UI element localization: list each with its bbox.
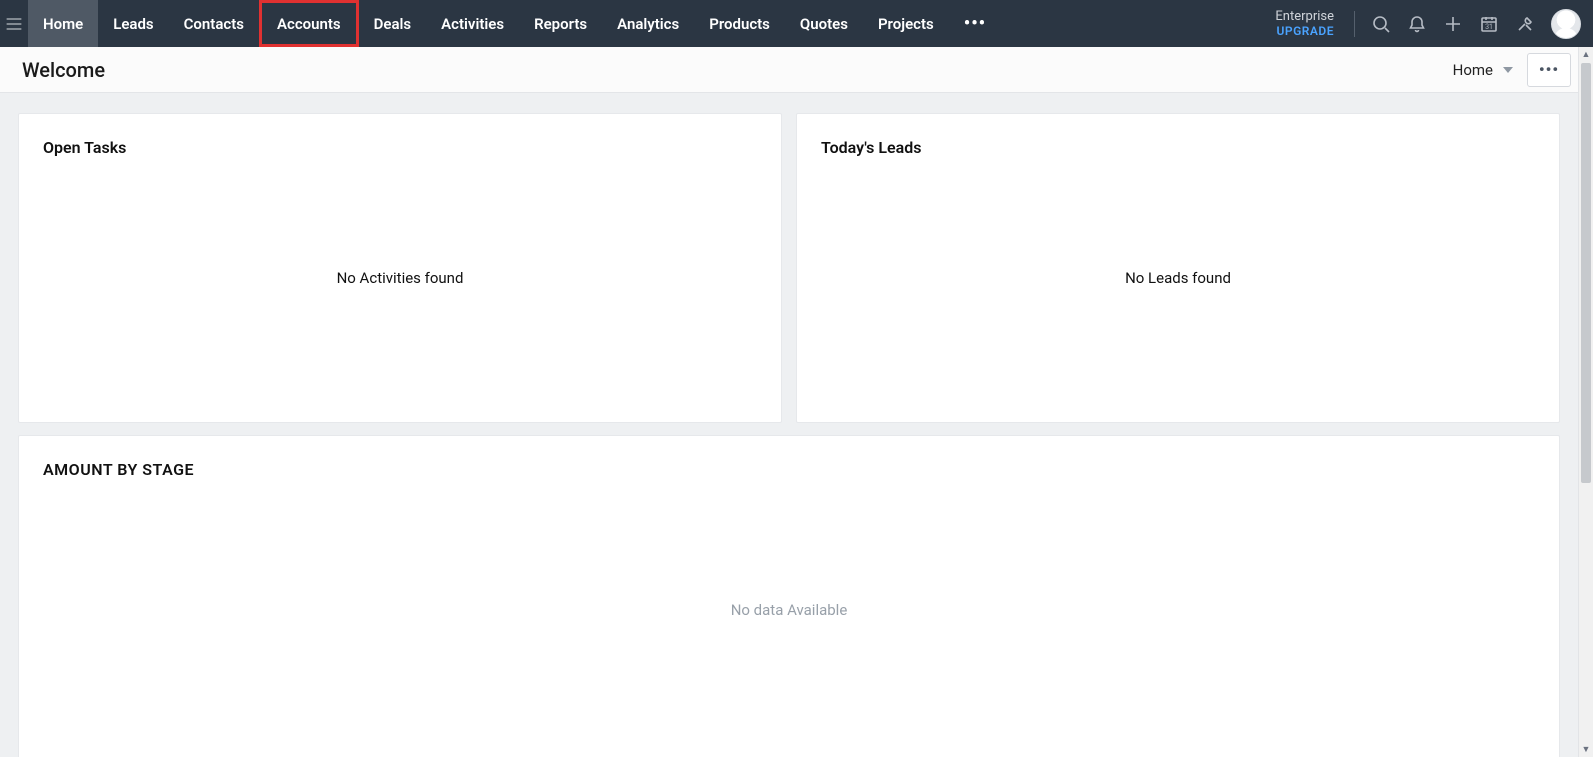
divider bbox=[1354, 11, 1355, 37]
card-row: Open Tasks No Activities found Today's L… bbox=[18, 113, 1560, 423]
plan-name: Enterprise bbox=[1275, 9, 1334, 25]
nav-tab-products[interactable]: Products bbox=[694, 0, 785, 47]
card-title: Today's Leads bbox=[821, 138, 1535, 157]
calendar-icon[interactable]: 31 bbox=[1471, 6, 1507, 42]
subheader: Welcome Home ••• bbox=[0, 47, 1593, 93]
subheader-right: Home ••• bbox=[1453, 53, 1571, 87]
nav-tab-projects[interactable]: Projects bbox=[863, 0, 949, 47]
tools-icon[interactable] bbox=[1507, 6, 1543, 42]
nav-more-button[interactable]: ••• bbox=[949, 0, 1001, 47]
nav-tab-deals[interactable]: Deals bbox=[359, 0, 427, 47]
chevron-down-icon bbox=[1503, 67, 1513, 73]
nav-tab-leads[interactable]: Leads bbox=[98, 0, 168, 47]
view-dropdown[interactable]: Home bbox=[1453, 61, 1513, 79]
bell-icon[interactable] bbox=[1399, 6, 1435, 42]
plan-block: Enterprise UPGRADE bbox=[1275, 5, 1346, 43]
todays-leads-card: Today's Leads No Leads found bbox=[796, 113, 1560, 423]
top-nav: HomeLeadsContactsAccountsDealsActivities… bbox=[0, 0, 1593, 47]
upgrade-link[interactable]: UPGRADE bbox=[1277, 24, 1334, 38]
amount-by-stage-card: AMOUNT BY STAGE No data Available bbox=[18, 435, 1560, 757]
hamburger-icon[interactable] bbox=[0, 0, 28, 47]
svg-text:31: 31 bbox=[1485, 23, 1493, 31]
nav-tab-home[interactable]: Home bbox=[28, 0, 98, 47]
nav-tab-activities[interactable]: Activities bbox=[426, 0, 519, 47]
empty-state-text: No Leads found bbox=[821, 157, 1535, 398]
search-icon[interactable] bbox=[1363, 6, 1399, 42]
nav-tab-quotes[interactable]: Quotes bbox=[785, 0, 863, 47]
nav-right: Enterprise UPGRADE 31 bbox=[1275, 0, 1593, 47]
empty-state-text: No Activities found bbox=[43, 157, 757, 398]
nav-tab-reports[interactable]: Reports bbox=[519, 0, 602, 47]
view-label: Home bbox=[1453, 61, 1493, 79]
nav-tabs: HomeLeadsContactsAccountsDealsActivities… bbox=[28, 0, 949, 47]
scroll-up-arrow-icon[interactable]: ▲ bbox=[1579, 47, 1593, 62]
nav-tab-analytics[interactable]: Analytics bbox=[602, 0, 694, 47]
open-tasks-card: Open Tasks No Activities found bbox=[18, 113, 782, 423]
nav-tab-accounts[interactable]: Accounts bbox=[259, 0, 359, 47]
scroll-thumb[interactable] bbox=[1581, 63, 1591, 483]
empty-state-text: No data Available bbox=[43, 479, 1535, 740]
page-title: Welcome bbox=[22, 58, 105, 82]
card-title: AMOUNT BY STAGE bbox=[43, 460, 1535, 479]
avatar[interactable] bbox=[1551, 9, 1581, 39]
scroll-down-arrow-icon[interactable]: ▼ bbox=[1579, 742, 1593, 757]
plus-icon[interactable] bbox=[1435, 6, 1471, 42]
vertical-scrollbar[interactable]: ▲ ▼ bbox=[1578, 47, 1593, 757]
card-title: Open Tasks bbox=[43, 138, 757, 157]
nav-tab-contacts[interactable]: Contacts bbox=[169, 0, 259, 47]
more-actions-button[interactable]: ••• bbox=[1527, 53, 1571, 87]
content-area: Open Tasks No Activities found Today's L… bbox=[0, 93, 1578, 757]
